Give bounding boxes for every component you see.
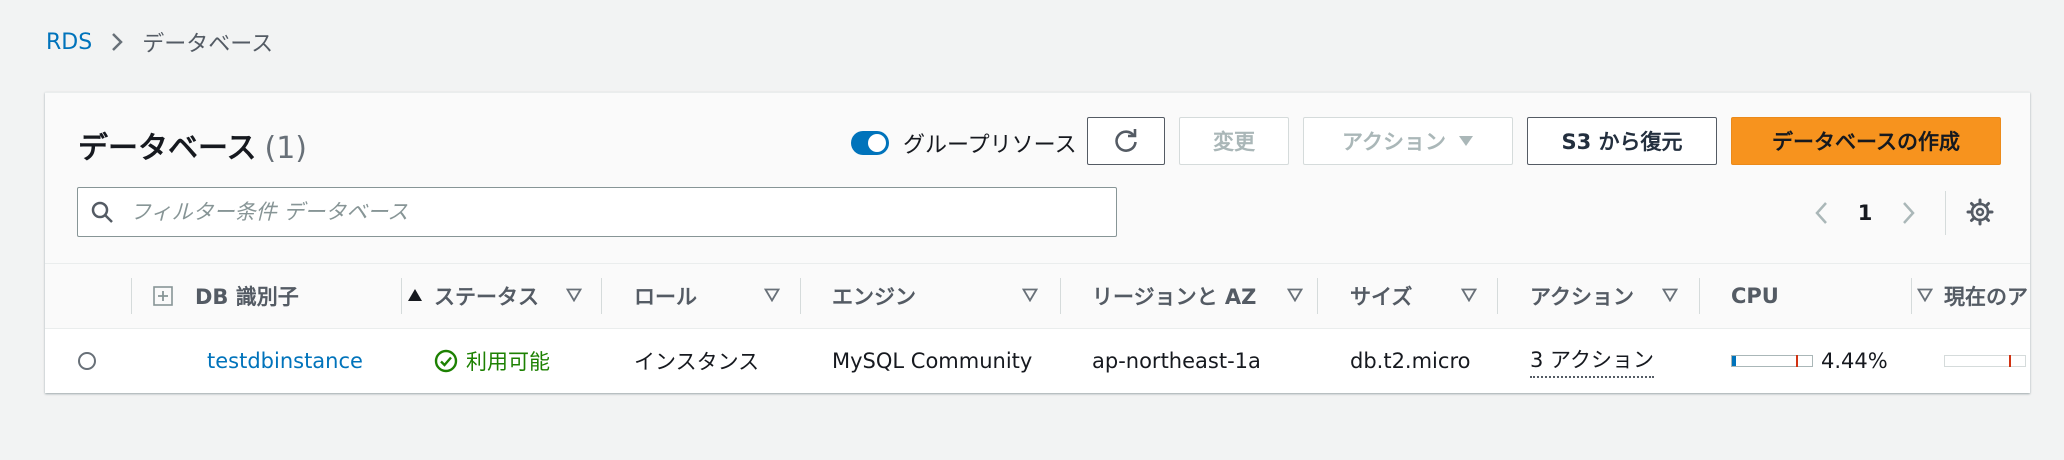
check-circle-icon bbox=[434, 349, 458, 372]
chevron-right-icon bbox=[1903, 202, 1915, 224]
column-divider bbox=[401, 278, 402, 314]
row-select-cell bbox=[78, 329, 96, 392]
filter-input[interactable] bbox=[128, 191, 1116, 233]
sort-triangle-icon bbox=[764, 288, 780, 302]
table-row[interactable]: testdbinstance 利用可能 インスタンス MySQL Communi… bbox=[45, 329, 2030, 392]
current-page-number[interactable]: 1 bbox=[1837, 201, 1893, 225]
sort-triangle-icon bbox=[1022, 288, 1038, 302]
column-label-current: 現在のア bbox=[1944, 285, 2028, 309]
pagination: 1 bbox=[1805, 191, 1925, 235]
engine-text: MySQL Community bbox=[832, 348, 1033, 373]
table-settings-button[interactable] bbox=[1965, 197, 1995, 231]
role-text: インスタンス bbox=[634, 349, 760, 374]
column-header-engine[interactable]: エンジン bbox=[832, 264, 1072, 328]
cell-db-id: testdbinstance bbox=[207, 329, 363, 392]
column-divider bbox=[1699, 278, 1700, 314]
actions-dropdown-button[interactable]: アクション bbox=[1303, 117, 1513, 165]
pending-actions-link[interactable]: 3 アクション bbox=[1530, 344, 1654, 378]
expand-all-button[interactable] bbox=[153, 264, 173, 328]
cell-size: db.t2.micro bbox=[1350, 329, 1470, 392]
chevron-right-icon bbox=[110, 31, 124, 53]
gear-icon bbox=[1966, 198, 1994, 226]
sort-triangle-icon bbox=[1287, 288, 1303, 302]
column-divider bbox=[601, 278, 602, 314]
chevron-left-icon bbox=[1815, 202, 1827, 224]
sort-triangle-icon bbox=[1461, 288, 1477, 302]
column-header-status[interactable]: ステータス bbox=[434, 264, 614, 328]
column-header-size[interactable]: サイズ bbox=[1350, 264, 1510, 328]
column-label-size: サイズ bbox=[1350, 285, 1413, 309]
cell-cpu: 4.44% bbox=[1731, 329, 1888, 392]
refresh-icon bbox=[1115, 129, 1137, 152]
search-icon bbox=[91, 201, 113, 223]
column-label-region-az: リージョンと AZ bbox=[1092, 285, 1257, 309]
column-divider bbox=[131, 278, 132, 314]
group-resources-toggle[interactable] bbox=[851, 131, 889, 155]
group-resources-label: グループリソース bbox=[903, 133, 1077, 158]
pagination-divider bbox=[1945, 191, 1946, 235]
status-text: 利用可能 bbox=[466, 349, 550, 374]
cell-region-az: ap-northeast-1a bbox=[1092, 329, 1261, 392]
create-database-button[interactable]: データベースの作成 bbox=[1731, 117, 2001, 165]
cell-status: 利用可能 bbox=[434, 329, 550, 392]
sort-triangle-icon bbox=[566, 288, 582, 302]
column-header-db-id[interactable]: DB 識別子 bbox=[195, 264, 435, 328]
row-select-radio[interactable] bbox=[78, 351, 96, 370]
caret-down-icon bbox=[1458, 136, 1473, 146]
column-label-db-id: DB 識別子 bbox=[195, 285, 299, 309]
cell-current bbox=[1944, 329, 2026, 392]
next-page-button[interactable] bbox=[1893, 200, 1925, 226]
page-title: データベース (1) bbox=[78, 123, 307, 167]
cell-actions: 3 アクション bbox=[1530, 329, 1654, 392]
db-identifier-link[interactable]: testdbinstance bbox=[207, 349, 363, 373]
modify-button[interactable]: 変更 bbox=[1179, 117, 1289, 165]
panel-header: データベース (1) グループリソース 変更 アクション S3 から復元 データベ… bbox=[45, 93, 2030, 264]
column-divider bbox=[1060, 278, 1061, 314]
column-divider bbox=[1497, 278, 1498, 314]
database-count: (1) bbox=[264, 131, 308, 166]
column-header-role[interactable]: ロール bbox=[634, 264, 814, 328]
cell-role: インスタンス bbox=[634, 329, 759, 392]
toggle-knob bbox=[868, 134, 886, 152]
table-header: DB 識別子 ステータス ロール エンジン リージョンと AZ サイズ アクショ… bbox=[45, 264, 2030, 329]
previous-page-button[interactable] bbox=[1805, 200, 1837, 226]
page-title-text: データベース bbox=[78, 131, 257, 166]
column-divider bbox=[800, 278, 801, 314]
sort-ascending-icon bbox=[408, 289, 422, 301]
column-header-current[interactable]: 現在のア bbox=[1944, 264, 2030, 328]
current-activity-meter bbox=[1944, 354, 2026, 367]
breadcrumb-rds-link[interactable]: RDS bbox=[46, 30, 92, 55]
column-label-engine: エンジン bbox=[832, 285, 916, 309]
current-meter-threshold bbox=[2009, 354, 2011, 367]
cpu-percent-text: 4.44% bbox=[1821, 348, 1888, 373]
region-az-text: ap-northeast-1a bbox=[1092, 348, 1261, 373]
column-header-region-az[interactable]: リージョンと AZ bbox=[1092, 264, 1332, 328]
actions-button-label: アクション bbox=[1342, 130, 1446, 154]
breadcrumb-current: データベース bbox=[142, 32, 274, 57]
filter-search-box[interactable] bbox=[77, 187, 1117, 237]
cell-engine: MySQL Community bbox=[832, 329, 1032, 392]
databases-panel: データベース (1) グループリソース 変更 アクション S3 から復元 データベ… bbox=[45, 92, 2030, 393]
group-resources-control: グループリソース bbox=[851, 127, 1077, 159]
restore-from-s3-button[interactable]: S3 から復元 bbox=[1527, 117, 1717, 165]
column-divider bbox=[1317, 278, 1318, 314]
column-label-status: ステータス bbox=[434, 285, 539, 309]
column-label-role: ロール bbox=[634, 285, 697, 309]
cpu-meter-fill bbox=[1732, 355, 1736, 366]
sort-triangle-icon bbox=[1662, 288, 1678, 302]
column-header-cpu[interactable]: CPU bbox=[1731, 264, 1933, 328]
column-divider bbox=[1911, 278, 1912, 314]
column-label-actions: アクション bbox=[1530, 285, 1634, 309]
sort-triangle-icon bbox=[1917, 288, 1933, 302]
column-header-actions[interactable]: アクション bbox=[1530, 264, 1710, 328]
refresh-button[interactable] bbox=[1087, 117, 1165, 165]
breadcrumb: RDS データベース bbox=[46, 26, 273, 58]
cpu-meter-threshold bbox=[1796, 354, 1798, 367]
column-label-cpu: CPU bbox=[1731, 284, 1779, 308]
expand-square-icon bbox=[153, 286, 173, 306]
size-text: db.t2.micro bbox=[1350, 348, 1471, 373]
cpu-utilization-meter bbox=[1731, 354, 1813, 367]
